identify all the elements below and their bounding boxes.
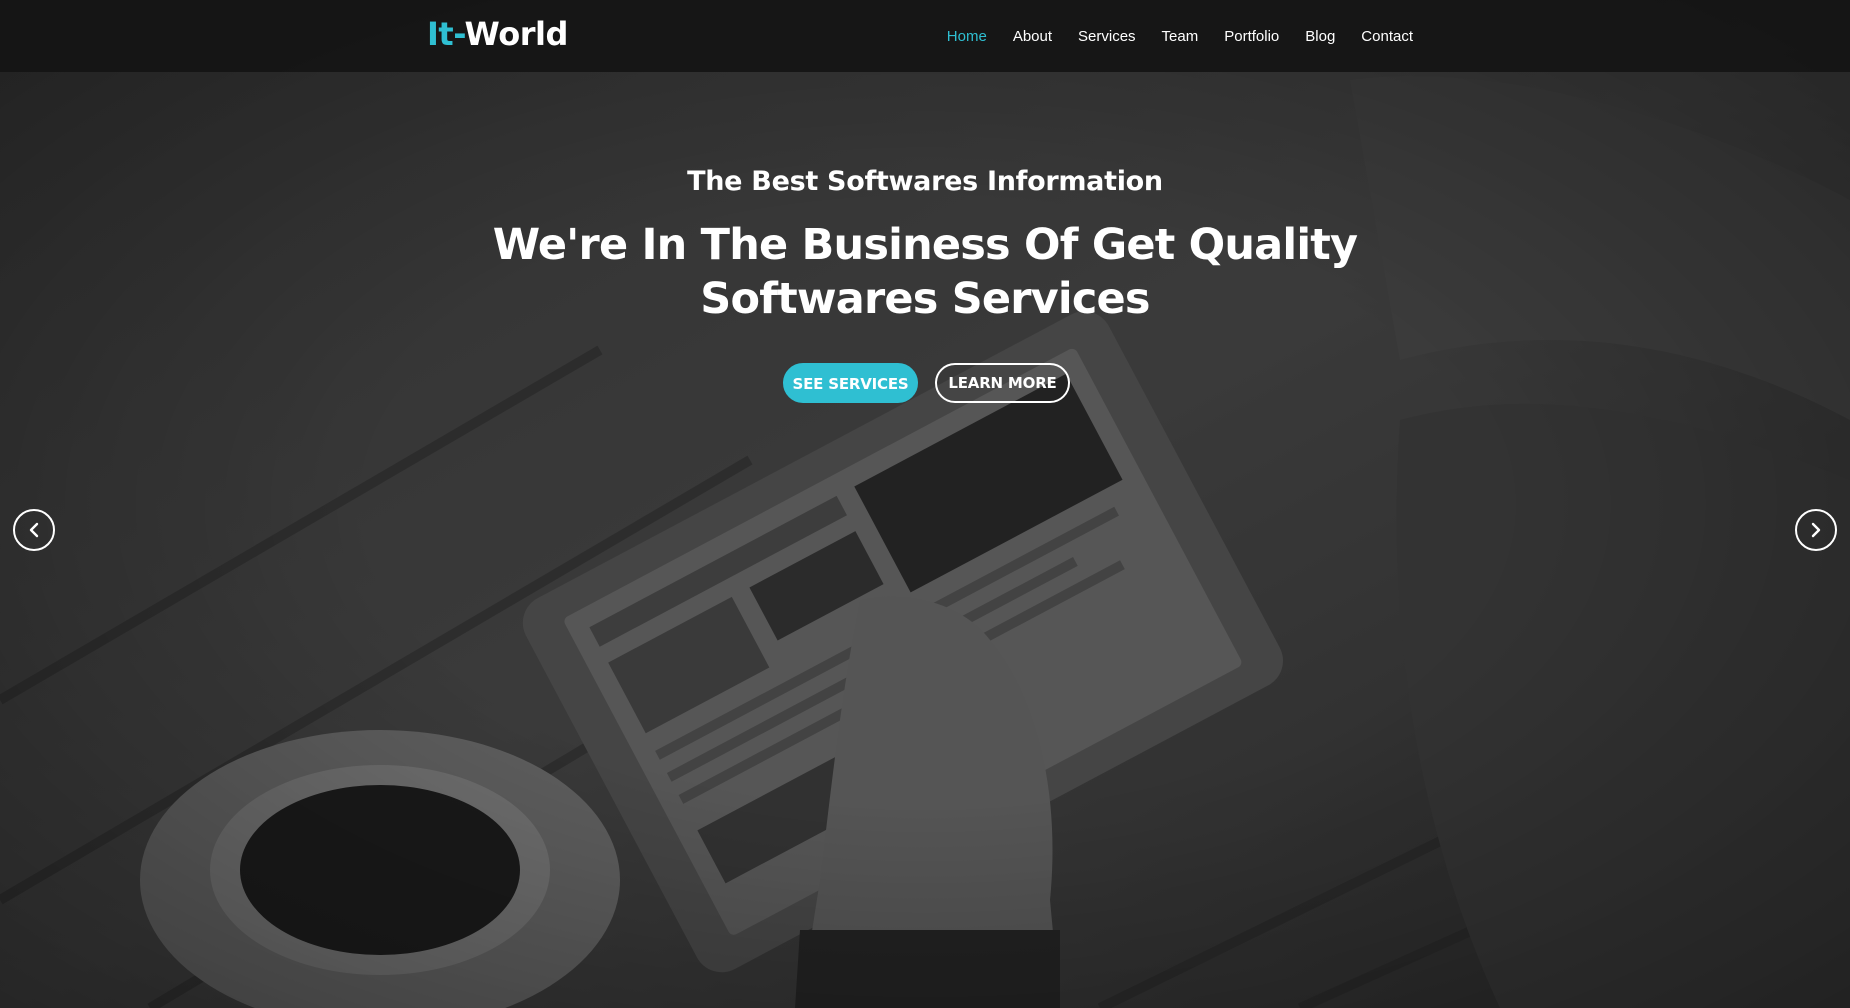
site-logo[interactable]: It-World [427,12,568,56]
hero-overlay [0,0,1850,1008]
learn-more-button[interactable]: LEARN MORE [935,363,1070,403]
chevron-left-icon [29,522,39,538]
page: It-World Home About Services Team Portfo… [0,0,1850,1008]
logo-accent-text: It- [427,15,465,53]
hero-background [0,0,1850,1008]
nav-item-home[interactable]: Home [947,28,987,45]
nav-item-team[interactable]: Team [1162,28,1199,45]
hero-eyebrow: The Best Softwares Information [687,166,1163,197]
nav-item-blog[interactable]: Blog [1305,28,1335,45]
nav-item-about[interactable]: About [1013,28,1052,45]
hero-headline: We're In The Business Of Get Quality Sof… [492,220,1358,324]
nav-item-services[interactable]: Services [1078,28,1136,45]
see-services-button[interactable]: SEE SERVICES [783,363,918,403]
carousel-prev-button[interactable] [13,509,55,551]
main-nav: Home About Services Team Portfolio Blog … [921,0,1413,72]
navbar: It-World Home About Services Team Portfo… [0,0,1850,72]
nav-item-contact[interactable]: Contact [1361,28,1413,45]
carousel-next-button[interactable] [1795,509,1837,551]
chevron-right-icon [1811,522,1821,538]
nav-item-portfolio[interactable]: Portfolio [1224,28,1279,45]
logo-main-text: World [464,15,569,53]
